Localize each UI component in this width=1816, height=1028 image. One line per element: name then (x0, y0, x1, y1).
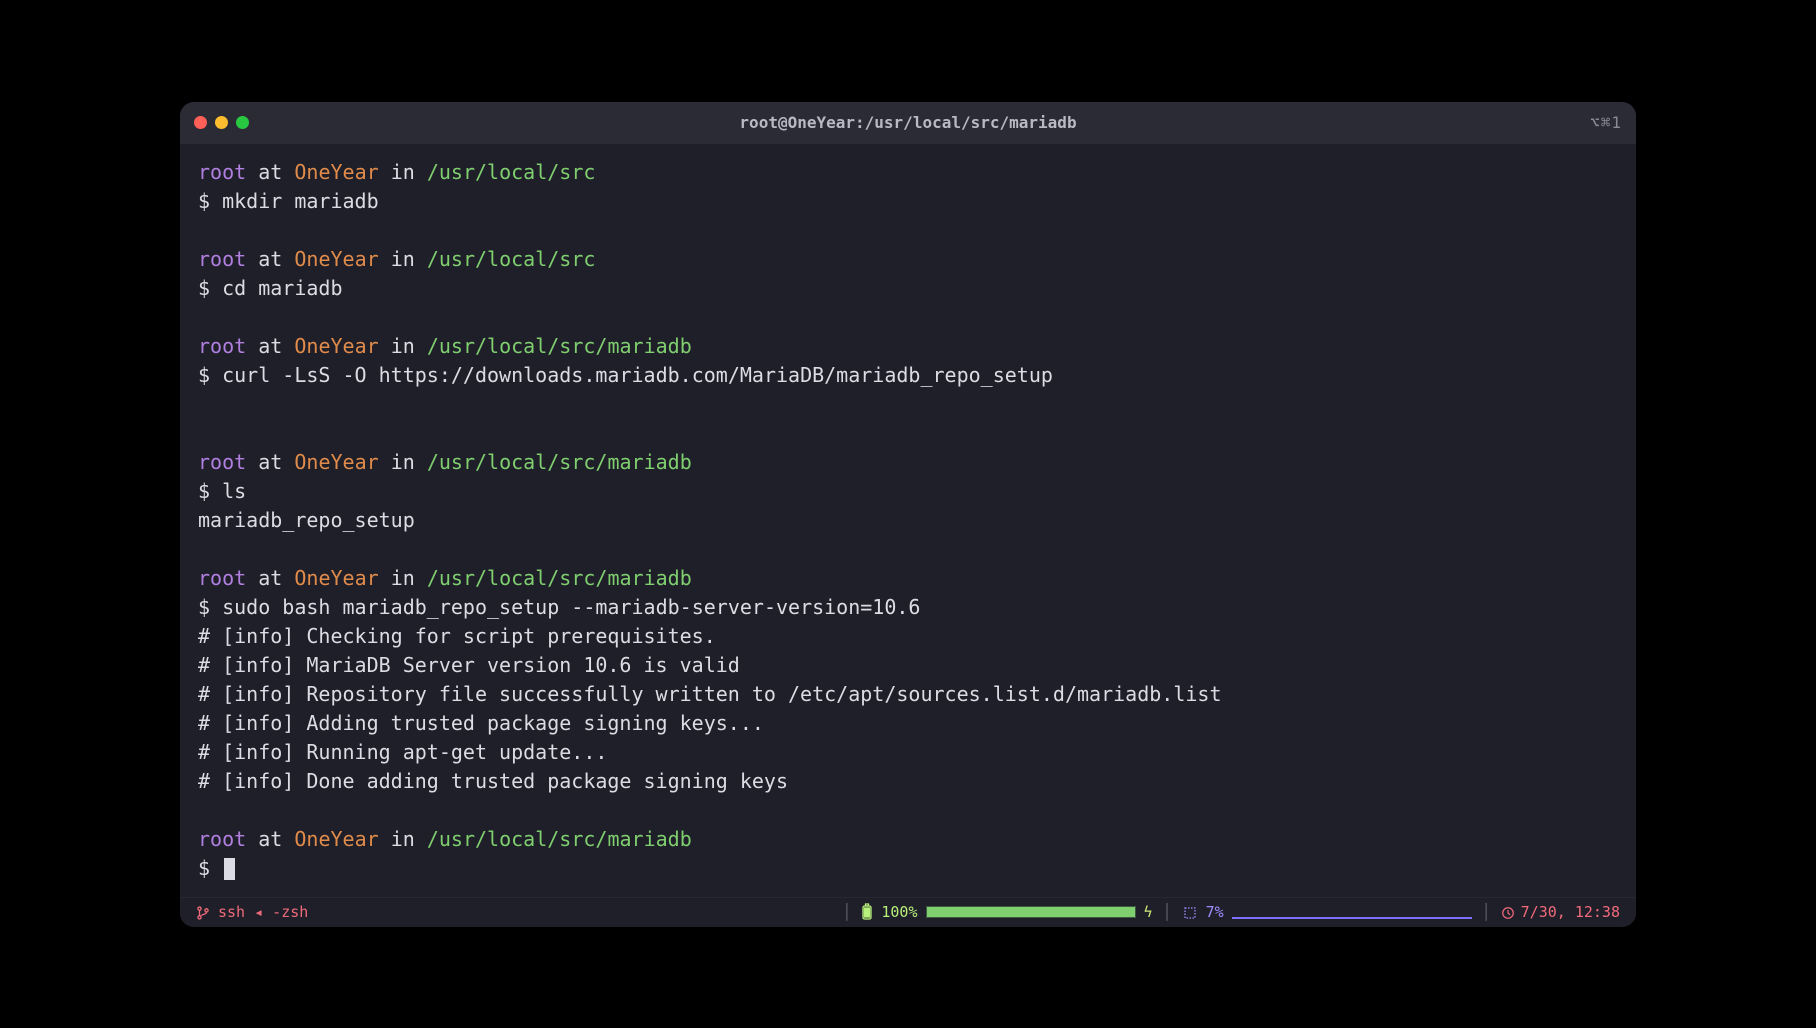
output-line: mariadb_repo_setup (198, 506, 1618, 535)
cpu-icon (1182, 903, 1198, 921)
output-line: # [info] MariaDB Server version 10.6 is … (198, 651, 1618, 680)
prompt-line: root at OneYear in /usr/local/src (198, 158, 1618, 187)
status-session: ssh ◂ -zsh (218, 903, 308, 921)
window-title: root@OneYear:/usr/local/src/mariadb (180, 113, 1636, 132)
command-line[interactable]: $ (198, 854, 1618, 883)
battery-bar (926, 906, 1136, 918)
prompt-line: root at OneYear in /usr/local/src/mariad… (198, 825, 1618, 854)
blank-line (198, 216, 1618, 245)
output-line: # [info] Running apt-get update... (198, 738, 1618, 767)
terminal-window: root@OneYear:/usr/local/src/mariadb ⌥⌘1 … (180, 102, 1636, 927)
blank-line (198, 419, 1618, 448)
shortcut-hint: ⌥⌘1 (1590, 113, 1622, 132)
blank-line (198, 303, 1618, 332)
git-branch-icon (196, 903, 210, 921)
cpu-percent: 7% (1206, 903, 1224, 921)
clock-icon (1501, 903, 1515, 921)
output-line: # [info] Checking for script prerequisit… (198, 622, 1618, 651)
prompt-line: root at OneYear in /usr/local/src/mariad… (198, 564, 1618, 593)
battery-icon (861, 903, 873, 922)
output-line: # [info] Repository file successfully wr… (198, 680, 1618, 709)
divider: │ (1163, 903, 1172, 921)
close-button[interactable] (194, 116, 207, 129)
output-line (198, 390, 1618, 419)
output-line: # [info] Adding trusted package signing … (198, 709, 1618, 738)
command-line: $ mkdir mariadb (198, 187, 1618, 216)
status-left: ssh ◂ -zsh (196, 903, 308, 921)
charging-icon: ϟ (1144, 903, 1153, 921)
prompt-line: root at OneYear in /usr/local/src/mariad… (198, 448, 1618, 477)
command-line: $ sudo bash mariadb_repo_setup --mariadb… (198, 593, 1618, 622)
battery-block: 100% ϟ (861, 903, 1152, 922)
terminal-body[interactable]: root at OneYear in /usr/local/src$ mkdir… (180, 144, 1636, 897)
cpu-block: 7% (1182, 902, 1472, 922)
prompt-line: root at OneYear in /usr/local/src/mariad… (198, 332, 1618, 361)
battery-percent: 100% (881, 903, 917, 921)
output-line: # [info] Done adding trusted package sig… (198, 767, 1618, 796)
maximize-button[interactable] (236, 116, 249, 129)
blank-line (198, 535, 1618, 564)
command-line: $ cd mariadb (198, 274, 1618, 303)
command-line: $ ls (198, 477, 1618, 506)
cpu-graph (1232, 902, 1472, 922)
titlebar: root@OneYear:/usr/local/src/mariadb ⌥⌘1 (180, 102, 1636, 144)
clock-text: 7/30, 12:38 (1521, 903, 1620, 921)
cursor (224, 858, 235, 880)
clock-block: 7/30, 12:38 (1501, 903, 1620, 921)
command-line: $ curl -LsS -O https://downloads.mariadb… (198, 361, 1618, 390)
minimize-button[interactable] (215, 116, 228, 129)
status-bar: ssh ◂ -zsh │ 100% ϟ │ (180, 897, 1636, 927)
blank-line (198, 796, 1618, 825)
divider: │ (1482, 903, 1491, 921)
prompt-line: root at OneYear in /usr/local/src (198, 245, 1618, 274)
traffic-lights (194, 116, 249, 129)
divider: │ (842, 903, 851, 921)
